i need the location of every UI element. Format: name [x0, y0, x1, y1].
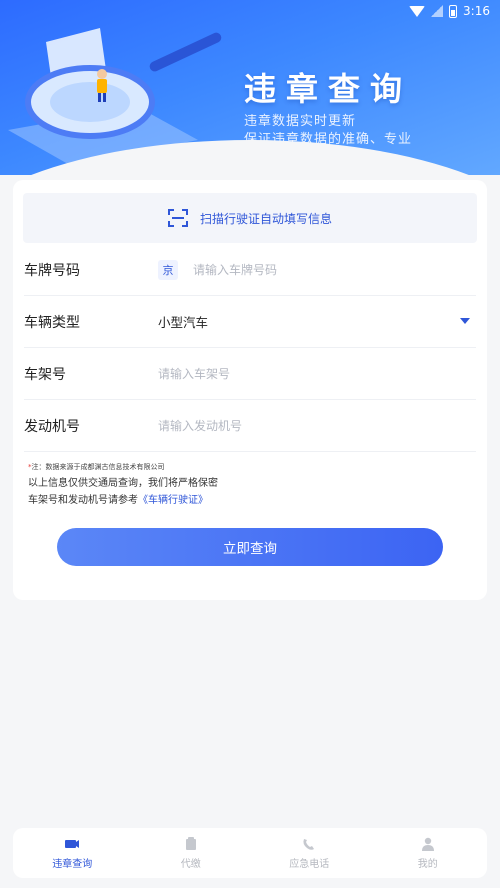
phone-icon — [303, 838, 315, 850]
nav-label-pay: 代缴 — [180, 858, 201, 870]
plate-province-selector[interactable]: 京 — [158, 259, 178, 280]
vehicle-type-select[interactable]: 小型汽车 — [158, 312, 208, 331]
vehicle-type-label: 车辆类型 — [24, 314, 80, 331]
nav-label-violation: 违章查询 — [52, 858, 93, 870]
source-text: 注：数据来源于成都渊古信息技术有限公司 — [31, 463, 165, 471]
frame-input[interactable]: 请输入车架号 — [158, 365, 230, 382]
bottom-nav: 违章查询 代缴 应急电话 我的 — [13, 828, 487, 878]
page-title: 违章查询 — [244, 70, 413, 108]
nav-label-mine: 我的 — [417, 858, 438, 870]
header-banner: 3:16 违章查询 违章数据实时更新 保证违章数据的准确、专业 — [0, 0, 500, 175]
signal-icon — [431, 5, 444, 17]
privacy-note: 以上信息仅供交通局查询，我们将严格保密 — [28, 478, 218, 489]
header-subtitle-1: 违章数据实时更新 — [244, 114, 357, 129]
engine-label: 发动机号 — [24, 418, 80, 435]
source-note: *注：数据来源于成都渊古信息技术有限公司 — [28, 462, 165, 472]
nav-item-mine[interactable]: 我的 — [369, 828, 488, 878]
nav-item-violation[interactable]: 违章查询 — [13, 828, 132, 878]
status-time: 3:16 — [463, 4, 490, 18]
nav-item-pay[interactable]: 代缴 — [132, 828, 251, 878]
status-bar: 3:16 — [0, 0, 500, 22]
plate-label: 车牌号码 — [24, 262, 80, 279]
license-link[interactable]: 《车辆行驶证》 — [138, 495, 208, 506]
chevron-down-icon[interactable] — [460, 318, 470, 324]
nav-item-emergency[interactable]: 应急电话 — [250, 828, 369, 878]
camera-icon — [65, 839, 80, 848]
engine-input[interactable]: 请输入发动机号 — [158, 417, 242, 434]
submit-query-button[interactable]: 立即查询 — [57, 528, 443, 566]
nav-label-emergency: 应急电话 — [289, 858, 330, 870]
plate-row: 车牌号码 京 请输入车牌号码 — [24, 244, 476, 296]
wallet-icon — [185, 836, 196, 850]
wifi-icon — [409, 5, 426, 17]
query-form-card: 扫描行驶证自动填写信息 车牌号码 京 请输入车牌号码 车辆类型 小型汽车 车架号… — [13, 180, 487, 600]
user-icon — [421, 837, 434, 851]
engine-row: 发动机号 请输入发动机号 — [24, 400, 476, 452]
frame-row: 车架号 请输入车架号 — [24, 348, 476, 400]
scan-icon — [167, 209, 188, 227]
refer-note: 车架号和发动机号请参考《车辆行驶证》 — [28, 491, 208, 506]
vehicle-type-row[interactable]: 车辆类型 小型汽车 — [24, 296, 476, 348]
plate-input[interactable]: 请输入车牌号码 — [193, 261, 277, 278]
frame-label: 车架号 — [24, 366, 66, 383]
scan-license-button[interactable]: 扫描行驶证自动填写信息 — [23, 193, 477, 243]
scan-label: 扫描行驶证自动填写信息 — [199, 211, 332, 226]
refer-text: 车架号和发动机号请参考 — [28, 495, 138, 506]
battery-icon — [449, 4, 458, 18]
